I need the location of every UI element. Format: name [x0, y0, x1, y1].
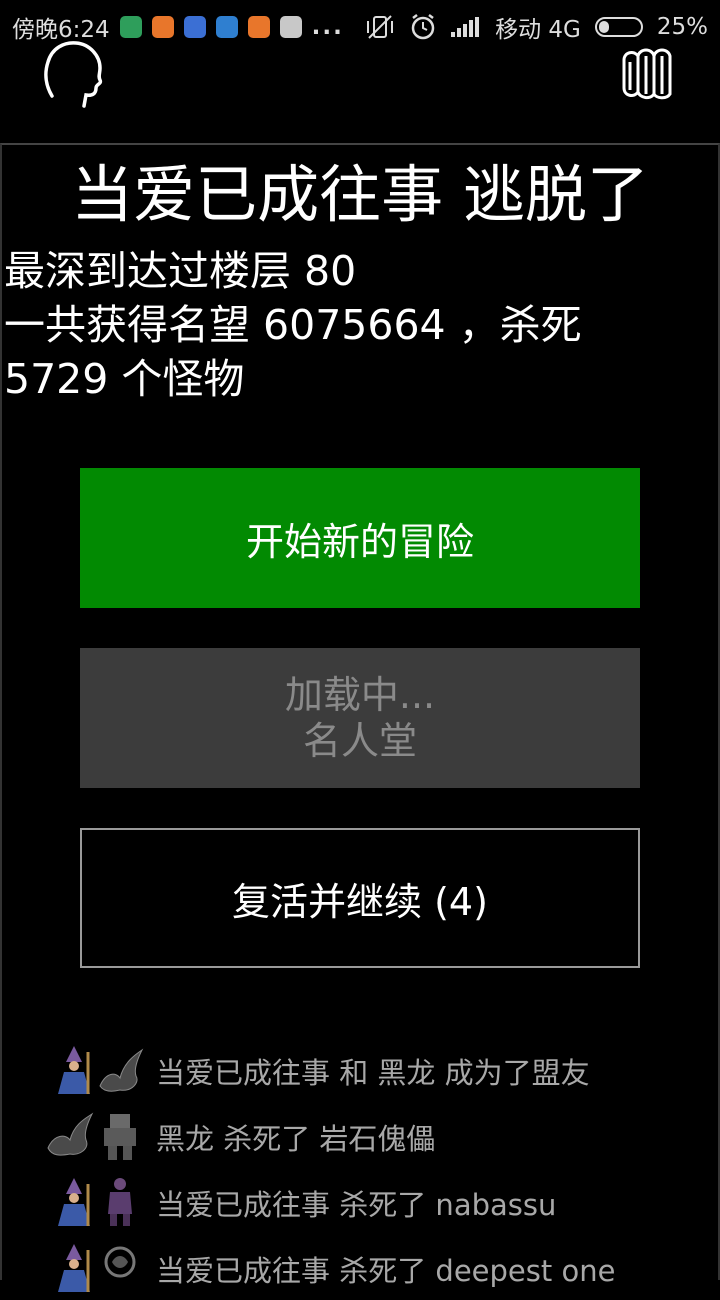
- hall-of-fame-button[interactable]: 加载中... 名人堂: [80, 648, 640, 788]
- revive-continue-button[interactable]: 复活并继续 (4): [80, 828, 640, 968]
- game-stats: 最深到达过楼层 80 一共获得名望 6075664 ，杀死 5729 个怪物: [4, 244, 714, 406]
- log-text: 当爱已成往事 和 黑龙 成为了盟友: [156, 1056, 590, 1090]
- battery-icon: [594, 17, 643, 37]
- max-floor-text: 最深到达过楼层 80: [4, 247, 357, 295]
- more-notifications: ...: [311, 14, 344, 40]
- log-entry: 当爱已成往事 杀死了 deepest one: [0, 1234, 720, 1300]
- nabassu-sprite-icon: [108, 1178, 132, 1226]
- shield-app-icon: [119, 16, 142, 38]
- alarm-icon: [411, 14, 435, 40]
- log-text: 黑龙 杀死了 岩石傀儡: [156, 1122, 436, 1156]
- log-entry: 黑龙 杀死了 岩石傀儡: [0, 1102, 720, 1168]
- wizard-sprite-icon: [58, 1046, 90, 1094]
- hall-of-fame-label: 名人堂: [302, 719, 417, 763]
- log-entry: 当爱已成往事 杀死了 nabassu: [0, 1168, 720, 1234]
- play-store-icon: [279, 16, 302, 38]
- monster-count-text: 5729 个怪物: [4, 355, 245, 403]
- deepest-one-sprite-icon: [104, 1246, 136, 1278]
- doc-app-icon: [215, 16, 238, 38]
- top-bar: [0, 38, 720, 128]
- log-entry: 当爱已成往事 和 黑龙 成为了盟友: [0, 1036, 720, 1102]
- bird-app-icon: [183, 16, 206, 38]
- game-over-title: 当爱已成往事 逃脱了: [71, 158, 649, 231]
- chat-app-icon: [247, 16, 270, 38]
- hall-loading-label: 加载中...: [284, 673, 436, 717]
- character-head-icon[interactable]: [40, 38, 106, 108]
- scrolls-icon[interactable]: [618, 42, 680, 104]
- new-adventure-button[interactable]: 开始新的冒险: [80, 468, 640, 608]
- wizard-sprite-icon: [58, 1244, 90, 1292]
- new-adventure-label: 开始新的冒险: [245, 519, 474, 564]
- revive-label: 复活并继续 (4): [232, 879, 488, 924]
- battery-percent: 25%: [656, 14, 708, 40]
- wizard-sprite-icon: [58, 1178, 90, 1226]
- log-text: 当爱已成往事 杀死了 deepest one: [156, 1254, 616, 1288]
- black-dragon-sprite-icon: [47, 1112, 94, 1156]
- signal-icon: [451, 17, 481, 37]
- stone-golem-sprite-icon: [104, 1114, 136, 1160]
- renown-kills-text: 一共获得名望 6075664 ，杀死: [4, 301, 582, 349]
- chat-app-icon: [151, 16, 174, 38]
- log-text: 当爱已成往事 杀死了 nabassu: [156, 1188, 557, 1222]
- vibrate-off-icon: [367, 15, 394, 39]
- black-dragon-sprite-icon: [99, 1048, 144, 1092]
